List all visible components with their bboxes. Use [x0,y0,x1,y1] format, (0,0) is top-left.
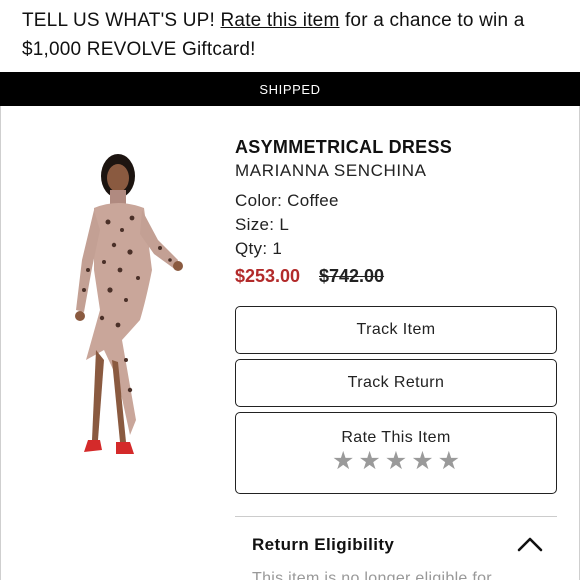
rate-item-label: Rate This Item [341,428,451,446]
track-return-button[interactable]: Track Return [235,359,557,407]
status-label: SHIPPED [259,81,321,97]
chevron-up-icon[interactable] [516,535,544,553]
product-color: Color: Coffee [235,191,339,210]
promo-line2: $1,000 REVOLVE Giftcard! [22,39,256,60]
star-rating: ★ ★ ★ ★ ★ [332,448,460,474]
return-eligibility-header[interactable]: Return Eligibility [252,535,394,555]
track-item-button[interactable]: Track Item [235,306,557,354]
star-icon[interactable]: ★ [358,448,380,474]
card-border-left [0,106,1,580]
star-icon[interactable]: ★ [438,448,460,474]
promo-suffix: for a chance to win a [339,10,525,31]
promo-prefix: TELL US WHAT'S UP! [22,10,221,31]
star-icon[interactable]: ★ [385,448,407,474]
sale-price: $253.00 [235,266,301,286]
star-icon[interactable]: ★ [332,448,354,474]
product-qty: Qty: 1 [235,239,283,258]
rate-item-box: Rate This Item ★ ★ ★ ★ ★ [235,412,557,494]
return-eligibility-text: This item is no longer eligible for [252,570,492,580]
product-title[interactable]: ASYMMETRICAL DRESS [235,137,452,158]
rate-item-link[interactable]: Rate this item [221,10,340,31]
product-brand[interactable]: MARIANNA SENCHINA [235,161,427,181]
product-image[interactable] [60,150,200,480]
product-size: Size: L [235,215,290,234]
original-price: $742.00 [319,266,385,286]
section-divider [235,516,557,517]
star-icon[interactable]: ★ [411,448,433,474]
status-bar: SHIPPED [0,72,580,106]
promo-banner: TELL US WHAT'S UP! Rate this item for a … [0,0,580,72]
